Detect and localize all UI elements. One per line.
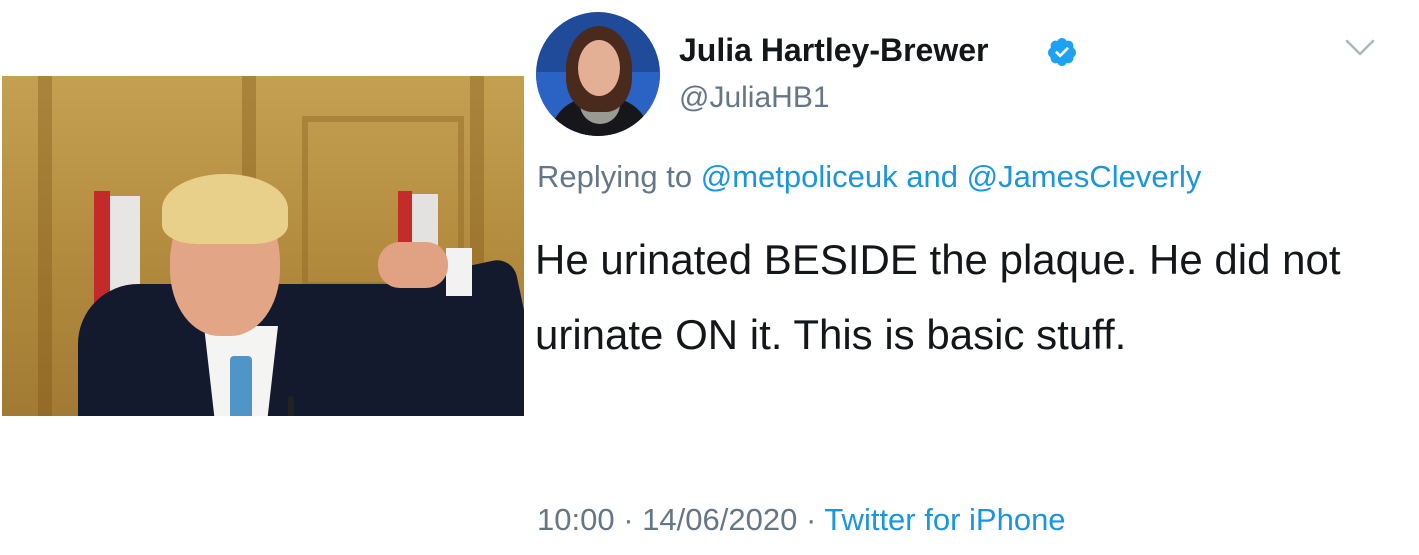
user-handle[interactable]: @JuliaHB1 xyxy=(679,78,830,118)
tweet-source[interactable]: Twitter for iPhone xyxy=(824,502,1065,537)
mention-link[interactable]: @metpoliceuk xyxy=(701,159,898,194)
hair xyxy=(162,174,288,244)
avatar[interactable] xyxy=(536,12,660,136)
replying-prefix: Replying to xyxy=(537,159,693,194)
tweet-meta: 10:00 · 14/06/2020 · Twitter for iPhone xyxy=(537,498,1066,542)
news-photo xyxy=(2,76,524,416)
fist xyxy=(378,242,448,288)
mention-link[interactable]: @JamesCleverly xyxy=(967,159,1202,194)
display-name[interactable]: Julia Hartley-Brewer xyxy=(679,30,988,70)
separator: · xyxy=(623,502,634,537)
and-text: and xyxy=(906,159,958,194)
verified-badge-icon xyxy=(1047,38,1076,66)
separator: · xyxy=(805,502,817,537)
tweet-time[interactable]: 10:00 xyxy=(537,502,615,537)
wall-panel xyxy=(38,76,52,416)
replying-to-line: Replying to @metpoliceuk and @JamesCleve… xyxy=(537,157,1201,197)
tweet-text: He urinated BESIDE the plaque. He did no… xyxy=(535,236,1341,358)
tie xyxy=(230,356,252,416)
tweet-date[interactable]: 14/06/2020 xyxy=(642,502,797,537)
avatar-face xyxy=(578,40,620,96)
microphone xyxy=(288,396,294,416)
chevron-down-icon[interactable] xyxy=(1344,38,1376,58)
shirt-cuff xyxy=(446,248,472,296)
